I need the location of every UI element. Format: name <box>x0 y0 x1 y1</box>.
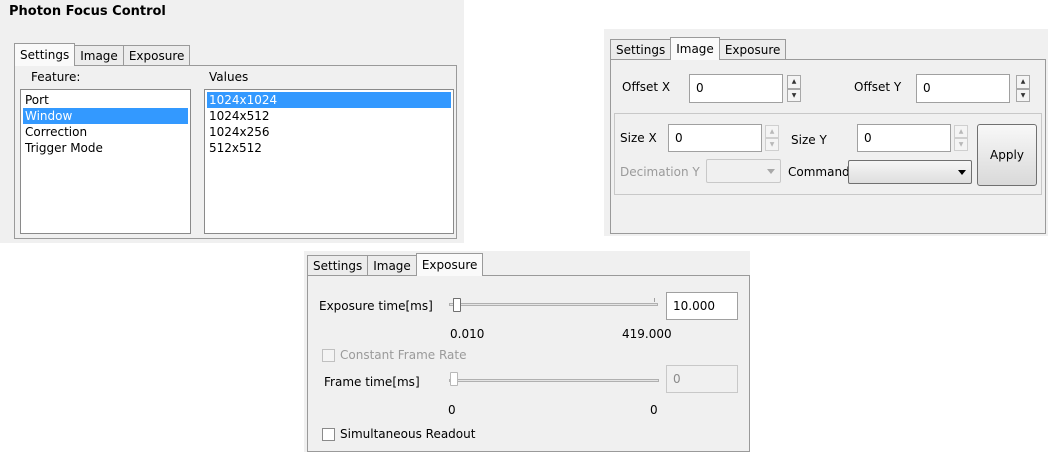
values-list[interactable]: 1024x1024 1024x512 1024x256 512x512 <box>204 89 454 234</box>
apply-button[interactable]: Apply <box>977 124 1037 186</box>
spin-up-icon[interactable]: ▲ <box>765 125 779 138</box>
spin-down-icon[interactable]: ▼ <box>787 88 801 102</box>
photon-focus-settings-panel: Photon Focus Control Settings Image Expo… <box>0 0 464 243</box>
tab-exposure[interactable]: Exposure <box>718 39 787 59</box>
size-x-stepper[interactable]: ▲ ▼ <box>765 125 779 151</box>
offset-y-input[interactable]: 0 <box>916 74 1010 103</box>
decimation-y-select[interactable] <box>706 159 781 183</box>
offset-y-stepper[interactable]: ▲ ▼ <box>1016 75 1030 102</box>
tab-exposure[interactable]: Exposure <box>122 45 191 65</box>
offset-x-stepper[interactable]: ▲ ▼ <box>787 75 801 102</box>
values-label: Values <box>209 70 249 84</box>
exposure-time-track[interactable] <box>449 303 658 306</box>
exposure-time-max: 419.000 <box>622 327 672 341</box>
frame-time-min: 0 <box>448 403 456 417</box>
frame-time-track[interactable] <box>449 379 659 382</box>
command-label: Command <box>788 165 850 179</box>
spin-up-icon[interactable]: ▲ <box>1016 75 1030 89</box>
tab-image[interactable]: Image <box>74 45 124 65</box>
exposure-time-slider-thumb[interactable] <box>453 298 461 312</box>
size-y-stepper[interactable]: ▲ ▼ <box>954 125 968 151</box>
constant-frame-rate-label: Constant Frame Rate <box>340 348 467 362</box>
exposure-time-input[interactable]: 10.000 <box>666 292 738 320</box>
frame-time-slider-thumb[interactable] <box>450 372 458 386</box>
chevron-down-icon <box>958 170 966 175</box>
spin-up-icon[interactable]: ▲ <box>787 75 801 89</box>
offset-x-input[interactable]: 0 <box>689 74 783 103</box>
feature-label: Feature: <box>31 70 81 84</box>
spin-up-icon[interactable]: ▲ <box>954 125 968 138</box>
feature-item-correction[interactable]: Correction <box>23 124 188 140</box>
size-y-input[interactable]: 0 <box>857 124 951 152</box>
exposure-panel: Settings Image Exposure Exposure time[ms… <box>304 251 750 452</box>
feature-item-port[interactable]: Port <box>23 92 188 108</box>
image-panel: Settings Image Exposure Offset X 0 ▲ ▼ O… <box>604 29 1048 236</box>
tab-settings[interactable]: Settings <box>14 43 76 66</box>
frame-time-label: Frame time[ms] <box>324 375 420 389</box>
frame-time-max: 0 <box>650 403 658 417</box>
constant-frame-rate-checkbox[interactable] <box>322 349 335 362</box>
tab-exposure[interactable]: Exposure <box>415 253 484 276</box>
size-x-label: Size X <box>620 131 657 145</box>
offset-x-label: Offset X <box>622 80 671 94</box>
exposure-tick-max <box>654 298 655 302</box>
spin-down-icon[interactable]: ▼ <box>954 138 968 151</box>
value-item-1024x512[interactable]: 1024x512 <box>207 108 451 124</box>
chevron-down-icon <box>767 169 775 174</box>
command-select[interactable] <box>848 160 972 184</box>
frame-time-input[interactable]: 0 <box>666 365 738 393</box>
feature-list[interactable]: Port Window Correction Trigger Mode <box>20 89 191 234</box>
exposure-time-label: Exposure time[ms] <box>319 299 433 313</box>
size-x-input[interactable]: 0 <box>668 124 762 152</box>
tab-image[interactable]: Image <box>367 255 417 275</box>
spin-down-icon[interactable]: ▼ <box>1016 88 1030 102</box>
simultaneous-readout-checkbox[interactable] <box>322 428 335 441</box>
value-item-1024x256[interactable]: 1024x256 <box>207 124 451 140</box>
feature-item-window[interactable]: Window <box>23 108 188 124</box>
tab-image[interactable]: Image <box>670 37 720 60</box>
tab-settings[interactable]: Settings <box>610 39 672 59</box>
window-title: Photon Focus Control <box>9 4 166 19</box>
offset-y-label: Offset Y <box>854 80 902 94</box>
value-item-512x512[interactable]: 512x512 <box>207 140 451 156</box>
simultaneous-readout-label: Simultaneous Readout <box>340 427 476 441</box>
exposure-time-min: 0.010 <box>450 327 485 341</box>
value-item-1024x1024[interactable]: 1024x1024 <box>207 92 451 108</box>
tab-settings[interactable]: Settings <box>307 255 369 275</box>
spin-down-icon[interactable]: ▼ <box>765 138 779 151</box>
feature-item-trigger-mode[interactable]: Trigger Mode <box>23 140 188 156</box>
decimation-y-label: Decimation Y <box>620 165 700 179</box>
size-y-label: Size Y <box>791 133 827 147</box>
